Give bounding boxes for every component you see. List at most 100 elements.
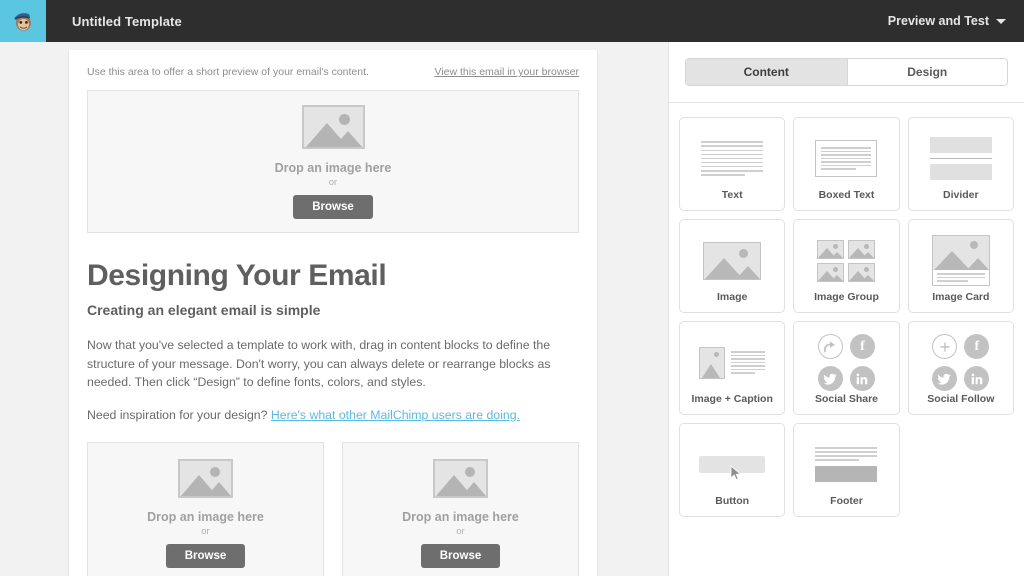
- template-title: Untitled Template: [72, 13, 182, 29]
- group-image-4: [848, 262, 876, 282]
- hero-drop-text: Drop an image here: [274, 160, 392, 175]
- block-label-divider: Divider: [943, 189, 979, 201]
- tab-design[interactable]: Design: [846, 59, 1007, 85]
- divider-block-bottom: [929, 164, 992, 181]
- block-image-group[interactable]: Image Group: [793, 219, 900, 313]
- block-social-share[interactable]: f Social Share: [793, 321, 900, 415]
- right-browse-button[interactable]: Browse: [420, 544, 501, 568]
- group-image-1: [817, 239, 845, 259]
- content-block-grid: Text Boxed Text Divider Image Image Grou…: [669, 103, 1024, 531]
- left-or-text: or: [201, 526, 210, 537]
- image-card-block-icon: [909, 230, 1013, 291]
- email-body[interactable]: Designing Your Email Creating an elegant…: [69, 259, 597, 424]
- footer-bar: [815, 465, 878, 482]
- boxed-lines: [821, 146, 872, 171]
- left-image-dropzone[interactable]: Drop an image here or Browse: [87, 442, 324, 576]
- art-mountain-small: [831, 274, 844, 281]
- email-inspiration-line: Need inspiration for your design? Here's…: [87, 406, 579, 425]
- social-follow-block-icon: f: [909, 332, 1013, 393]
- art-mountain-small: [736, 265, 761, 279]
- image-placeholder-icon: [178, 459, 233, 498]
- linkedin-icon: [849, 366, 875, 391]
- card-caption-lines: [932, 270, 989, 285]
- art-mountain-small: [966, 258, 989, 271]
- social-follow-art: f: [932, 334, 990, 391]
- block-social-follow[interactable]: f Social Follow: [907, 321, 1014, 415]
- caption-thumb: [699, 346, 726, 379]
- block-boxed-text[interactable]: Boxed Text: [793, 117, 900, 211]
- footer-lines: [815, 447, 878, 461]
- art-mountain-large: [702, 363, 721, 378]
- social-share-art: f: [817, 334, 875, 391]
- mailchimp-freddie-logo-icon[interactable]: [0, 0, 46, 42]
- plus-icon: [932, 334, 958, 359]
- art-mountain-large: [933, 251, 970, 271]
- block-button[interactable]: Button: [679, 423, 786, 517]
- workspace: Use this area to offer a short preview o…: [0, 42, 1024, 576]
- block-image-card[interactable]: Image Card: [907, 219, 1014, 313]
- preview-and-test-button[interactable]: Preview and Test: [888, 14, 1006, 28]
- block-text[interactable]: Text: [679, 117, 786, 211]
- image-art: [703, 241, 762, 280]
- block-label-text: Text: [721, 189, 743, 201]
- art-mountain-small: [862, 274, 875, 281]
- email-sheet: Use this area to offer a short preview o…: [68, 50, 598, 576]
- content-panel: Content Design Text Boxed Text Divider I…: [668, 42, 1024, 576]
- boxed-frame: [815, 139, 878, 178]
- block-label-button: Button: [715, 495, 750, 507]
- image-group-block-icon: [794, 230, 898, 291]
- divider-art: [929, 136, 992, 181]
- two-column-row: Drop an image here or Browse Your text c…: [69, 442, 597, 576]
- left-browse-button[interactable]: Browse: [165, 544, 246, 568]
- image-caption-art: [699, 346, 766, 379]
- image-card-art: [931, 235, 990, 286]
- image-block-icon: [680, 230, 784, 291]
- hero-browse-button[interactable]: Browse: [293, 194, 373, 219]
- view-in-browser-link[interactable]: View this email in your browser: [434, 66, 579, 78]
- image-placeholder-icon: [433, 459, 488, 498]
- art-sun: [714, 351, 720, 357]
- block-image-caption[interactable]: Image + Caption: [679, 321, 786, 415]
- group-image-3: [817, 262, 845, 282]
- left-drop-text: Drop an image here: [147, 510, 264, 524]
- card-picture: [932, 236, 989, 271]
- block-image[interactable]: Image: [679, 219, 786, 313]
- block-label-social-follow: Social Follow: [927, 393, 995, 405]
- email-headline: Designing Your Email: [87, 259, 387, 292]
- mailchimp-users-link[interactable]: Here's what other MailChimp users are do…: [271, 408, 520, 422]
- email-paragraph: Now that you've selected a template to w…: [87, 338, 551, 389]
- block-label-image-card: Image Card: [932, 291, 990, 303]
- art-sun: [969, 241, 978, 250]
- chevron-down-icon: [996, 18, 1006, 24]
- divider-block-icon: [909, 128, 1013, 189]
- block-label-image-group: Image Group: [814, 291, 879, 303]
- block-label-social-share: Social Share: [814, 393, 878, 405]
- column-left: Drop an image here or Browse Your text c…: [87, 442, 324, 576]
- button-block-icon: [680, 434, 784, 495]
- linkedin-icon: [964, 366, 990, 391]
- preview-and-test-label: Preview and Test: [887, 14, 989, 28]
- tab-content[interactable]: Content: [686, 59, 847, 85]
- preheader-text[interactable]: Use this area to offer a short preview o…: [87, 66, 369, 78]
- top-bar: Untitled Template Preview and Test: [0, 0, 1024, 42]
- column-right: Drop an image here or Browse Your text c…: [342, 442, 579, 576]
- right-image-dropzone[interactable]: Drop an image here or Browse: [342, 442, 579, 576]
- divider-block-top: [929, 136, 992, 153]
- facebook-icon: f: [849, 334, 875, 359]
- inspiration-prefix: Need inspiration for your design?: [87, 407, 271, 422]
- block-label-footer: Footer: [830, 495, 863, 507]
- image-placeholder-icon: [301, 104, 365, 149]
- footer-block-icon: [794, 434, 898, 495]
- art-mountain-small: [831, 251, 844, 258]
- group-image-2: [848, 239, 876, 259]
- text-lines: [701, 141, 764, 176]
- block-divider[interactable]: Divider: [907, 117, 1014, 211]
- twitter-icon: [817, 366, 843, 391]
- right-drop-text: Drop an image here: [402, 510, 519, 524]
- block-footer[interactable]: Footer: [793, 423, 900, 517]
- image-caption-block-icon: [680, 332, 784, 393]
- caption-lines: [731, 350, 766, 375]
- hero-image-dropzone[interactable]: Drop an image here or Browse: [87, 90, 579, 233]
- preheader-row: Use this area to offer a short preview o…: [69, 50, 597, 90]
- block-label-boxed-text: Boxed Text: [818, 189, 875, 201]
